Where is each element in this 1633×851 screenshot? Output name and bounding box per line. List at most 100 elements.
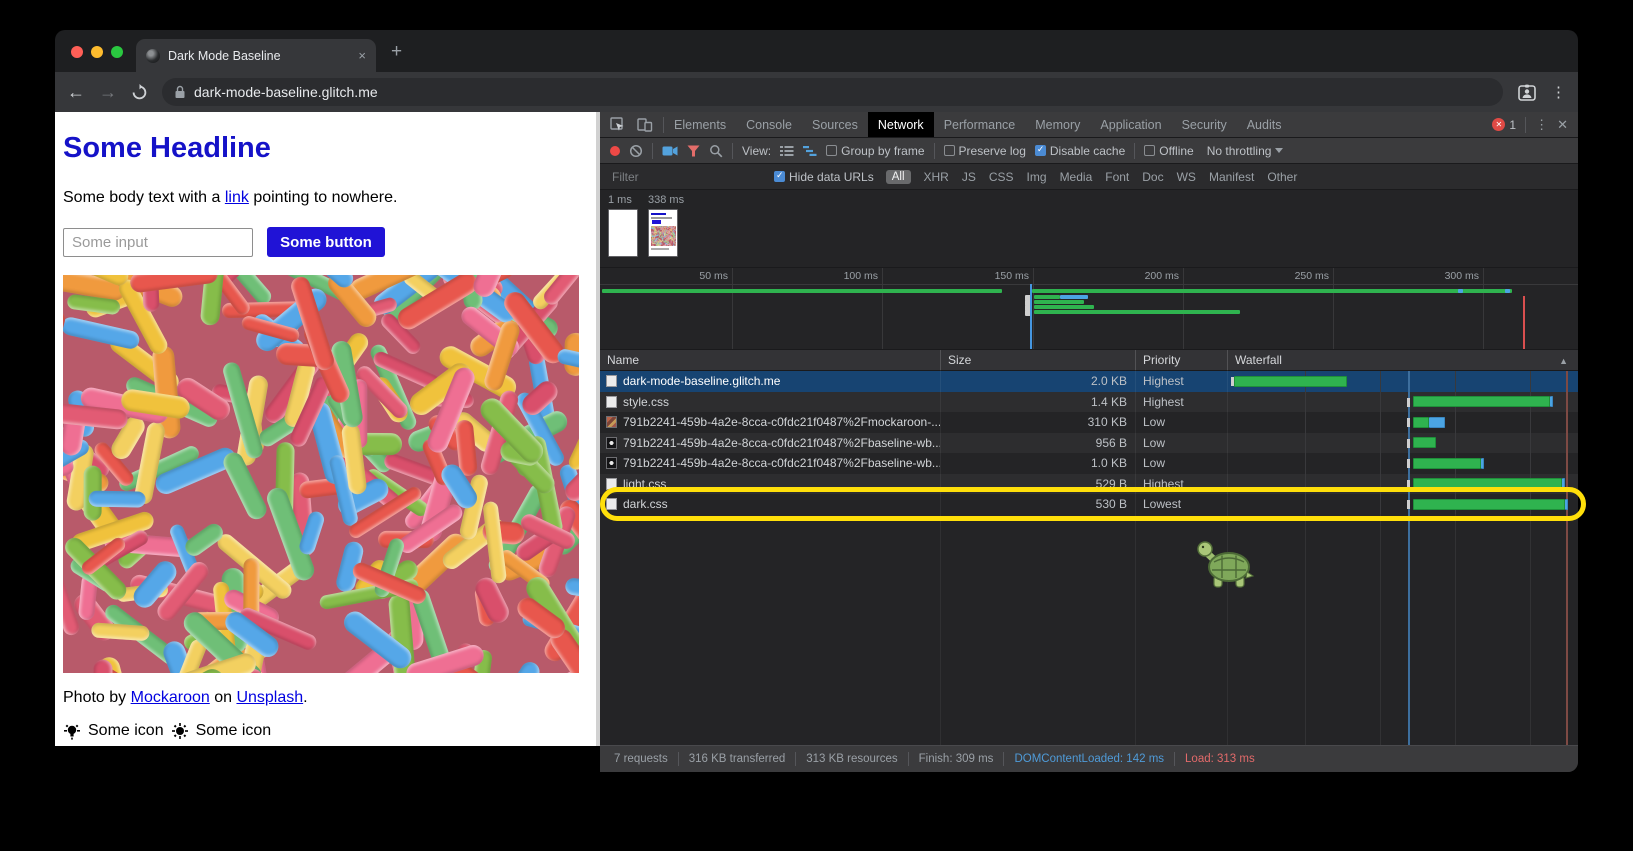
separator: [1134, 143, 1135, 159]
request-name-cell: 791b2241-459b-4a2e-8cca-c0fdc21f0487%2Fb…: [600, 456, 940, 470]
column-header-size[interactable]: Size: [940, 350, 1135, 370]
candy-photo-image: [63, 275, 579, 673]
devtools-tab-network[interactable]: Network: [868, 112, 934, 137]
devtools-tab-sources[interactable]: Sources: [802, 112, 868, 137]
request-row-1[interactable]: dark-mode-baseline.glitch.me2.0 KBHighes…: [600, 371, 1578, 392]
request-row-5[interactable]: 791b2241-459b-4a2e-8cca-c0fdc21f0487%2Fb…: [600, 453, 1578, 474]
minimize-window-button[interactable]: [91, 46, 103, 58]
devtools-tab-audits[interactable]: Audits: [1237, 112, 1292, 137]
image-file-icon: [606, 437, 617, 449]
browser-window: Dark Mode Baseline × + ← → dark-mode-bas…: [55, 30, 1578, 772]
group-by-frame-checkbox[interactable]: Group by frame: [826, 144, 924, 158]
search-icon[interactable]: [709, 144, 723, 158]
waterfall-view-icon[interactable]: [803, 145, 817, 157]
domcontentloaded-line: [1408, 371, 1410, 745]
request-name: dark.css: [623, 497, 668, 511]
devtools-tab-memory[interactable]: Memory: [1025, 112, 1090, 137]
capture-screenshots-icon[interactable]: [662, 145, 678, 157]
disable-cache-checkbox[interactable]: Disable cache: [1035, 144, 1125, 158]
devtools-tabbar-right: ✕ 1 ⋮ ✕: [1492, 112, 1578, 137]
request-waterfall-cell: [1227, 371, 1578, 392]
devtools-tab-elements[interactable]: Elements: [664, 112, 736, 137]
clear-network-log-icon[interactable]: [629, 144, 643, 158]
column-header-name[interactable]: Name: [600, 350, 940, 370]
list-view-icon[interactable]: [780, 145, 794, 157]
toggle-device-toolbar-icon[interactable]: [637, 117, 653, 132]
filmstrip-thumbnail-1[interactable]: [608, 209, 638, 257]
filter-type-doc[interactable]: Doc: [1142, 170, 1163, 184]
forward-button[interactable]: →: [99, 83, 117, 101]
request-size: 1.0 KB: [940, 456, 1135, 470]
filter-type-js[interactable]: JS: [962, 170, 976, 184]
filter-type-ws[interactable]: WS: [1177, 170, 1196, 184]
throttling-dropdown[interactable]: No throttling: [1203, 144, 1284, 158]
credit-link-unsplash[interactable]: Unsplash: [236, 689, 303, 706]
request-row-6[interactable]: light.css529 BHighest: [600, 474, 1578, 495]
close-window-button[interactable]: [71, 46, 83, 58]
filter-type-img[interactable]: Img: [1027, 170, 1047, 184]
credit-link-mockaroon[interactable]: Mockaroon: [131, 689, 210, 706]
column-divider[interactable]: [940, 350, 941, 745]
request-row-4[interactable]: 791b2241-459b-4a2e-8cca-c0fdc21f0487%2Fb…: [600, 433, 1578, 454]
sort-direction-icon[interactable]: ▲: [1559, 356, 1568, 366]
network-summary-bar: 7 requests 316 KB transferred 313 KB res…: [600, 745, 1578, 772]
some-input-field[interactable]: [63, 228, 253, 257]
request-priority: Highest: [1135, 477, 1227, 491]
devtools-tab-performance[interactable]: Performance: [934, 112, 1026, 137]
image-file-icon: [606, 457, 617, 469]
filmstrip-thumbnail-2[interactable]: [648, 209, 678, 257]
body-text-post: pointing to nowhere.: [249, 189, 398, 206]
window-controls: [71, 46, 123, 58]
filter-type-other[interactable]: Other: [1267, 170, 1297, 184]
inspect-element-icon[interactable]: [610, 117, 625, 132]
filter-funnel-icon[interactable]: [687, 145, 700, 157]
browser-tab[interactable]: Dark Mode Baseline ×: [136, 39, 376, 72]
filter-type-xhr[interactable]: XHR: [924, 170, 949, 184]
record-network-log-button[interactable]: [610, 146, 620, 156]
column-header-priority[interactable]: Priority: [1135, 350, 1227, 370]
body-link[interactable]: link: [225, 189, 249, 206]
error-badge[interactable]: ✕ 1: [1492, 118, 1516, 132]
zoom-window-button[interactable]: [111, 46, 123, 58]
filter-type-css[interactable]: CSS: [989, 170, 1014, 184]
devtools-tab-console[interactable]: Console: [736, 112, 802, 137]
filter-type-font[interactable]: Font: [1105, 170, 1129, 184]
browser-menu-icon[interactable]: ⋮: [1551, 83, 1566, 101]
waterfall-bar-green: [1234, 376, 1347, 387]
devtools-menu-icon[interactable]: ⋮: [1535, 117, 1548, 133]
preserve-log-checkbox[interactable]: Preserve log: [944, 144, 1026, 158]
thumbnail-detail: [651, 248, 669, 250]
overview-bar: [1505, 289, 1510, 293]
profile-badge-icon[interactable]: [1517, 83, 1537, 102]
hide-data-urls-checkbox[interactable]: Hide data URLs: [774, 170, 874, 184]
new-tab-button[interactable]: +: [391, 42, 402, 61]
request-row-7[interactable]: dark.css530 BLowest: [600, 494, 1578, 515]
summary-transferred: 316 KB transferred: [678, 752, 796, 766]
column-header-waterfall[interactable]: Waterfall: [1227, 350, 1578, 370]
devtools-tab-application[interactable]: Application: [1090, 112, 1171, 137]
address-bar[interactable]: dark-mode-baseline.glitch.me: [162, 78, 1503, 106]
request-size: 310 KB: [940, 415, 1135, 429]
offline-checkbox[interactable]: Offline: [1144, 144, 1193, 158]
devtools-tab-security[interactable]: Security: [1172, 112, 1237, 137]
filter-type-manifest[interactable]: Manifest: [1209, 170, 1254, 184]
gridline: [1333, 268, 1334, 350]
filter-input[interactable]: Filter: [612, 170, 762, 184]
waterfall-start-tick: [1407, 398, 1410, 407]
devtools-close-icon[interactable]: ✕: [1557, 117, 1568, 133]
column-divider[interactable]: [1135, 350, 1136, 745]
devtools-left-icons: [600, 112, 663, 137]
request-row-3[interactable]: 791b2241-459b-4a2e-8cca-c0fdc21f0487%2Fm…: [600, 412, 1578, 433]
request-waterfall-cell: [1227, 494, 1578, 515]
network-overview[interactable]: 50 ms 100 ms 150 ms 200 ms 250 ms 300 ms: [600, 268, 1578, 350]
filter-type-all[interactable]: All: [886, 170, 911, 184]
some-button[interactable]: Some button: [267, 227, 385, 257]
back-button[interactable]: ←: [67, 83, 85, 101]
filter-type-media[interactable]: Media: [1060, 170, 1093, 184]
close-tab-icon[interactable]: ×: [358, 48, 366, 63]
candy-piece: [654, 231, 657, 233]
checkbox-label: Hide data URLs: [789, 170, 874, 184]
reload-button[interactable]: [131, 84, 148, 101]
request-row-2[interactable]: style.css1.4 KBHighest: [600, 392, 1578, 413]
request-name: dark-mode-baseline.glitch.me: [623, 374, 780, 388]
